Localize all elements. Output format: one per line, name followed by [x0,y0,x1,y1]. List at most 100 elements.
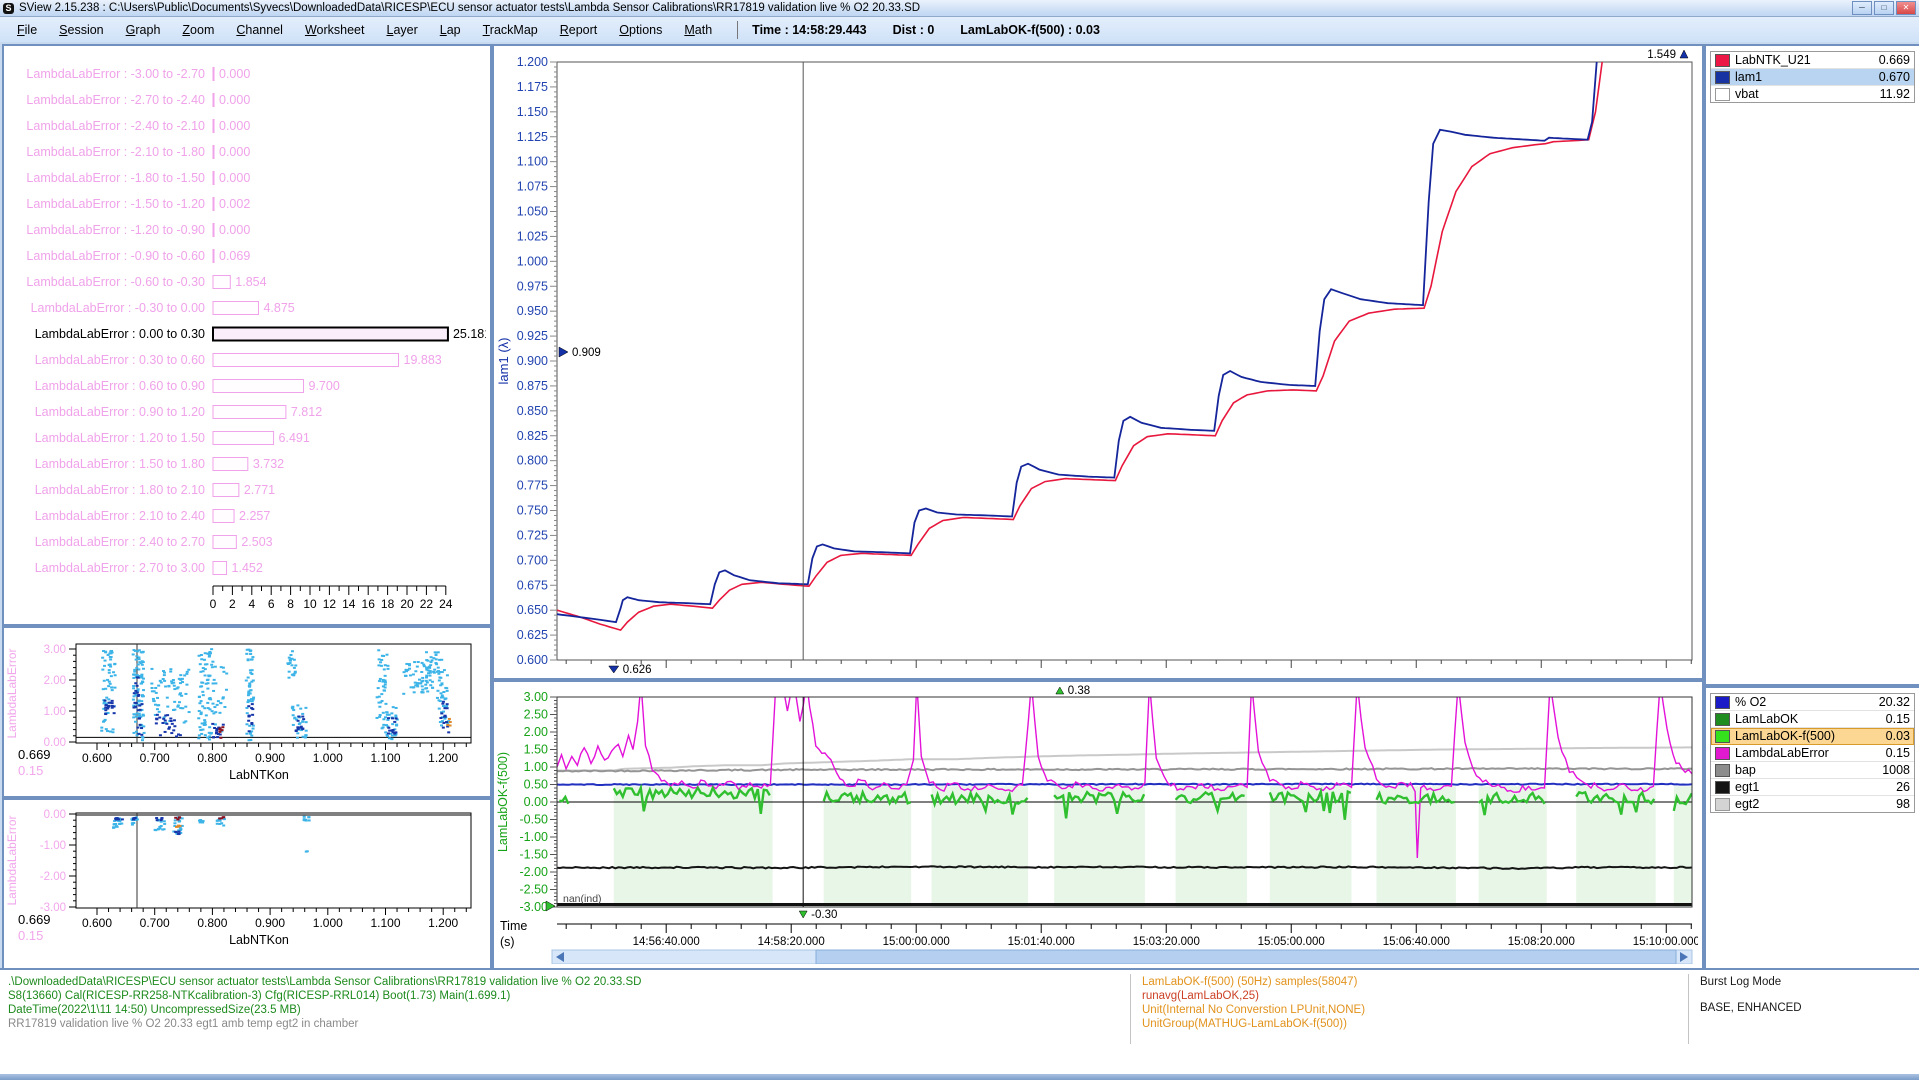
minimize-button[interactable]: ─ [1852,1,1872,15]
histogram-value: 7.812 [291,405,322,419]
histogram-value: 19.883 [404,353,442,367]
channel-color-swatch [1715,71,1730,84]
svg-text:1.150: 1.150 [517,105,548,119]
scatter-bottom-plot[interactable]: LambdaLabError0.00-1.00-2.00-3.000.6000.… [4,800,486,964]
svg-text:1.000: 1.000 [313,751,343,765]
menu-item-session[interactable]: Session [48,20,114,40]
svg-text:15:01:40.000: 15:01:40.000 [1008,936,1075,948]
svg-text:LambdaLabError : -0.30 to 0.00: LambdaLabError : -0.30 to 0.00 [31,301,205,315]
histogram-bar [213,172,214,185]
main-chart-panel[interactable]: 0.6000.6250.6500.6750.7000.7250.7500.775… [492,44,1704,680]
histogram-panel[interactable]: LambdaLabError : -3.00 to -2.700.000 Lamb… [2,44,492,626]
menu-item-report[interactable]: Report [549,20,609,40]
svg-text:2.00: 2.00 [524,725,548,739]
channel-row[interactable]: vbat11.92 [1711,86,1914,102]
histogram-value: 4.875 [263,301,294,315]
bottom-chart-panel[interactable]: -3.00-2.50-2.00-1.50-1.00-0.500.000.501.… [492,680,1704,970]
channel-row[interactable]: LamLabOK-f(500)0.03 [1711,728,1914,745]
histogram-row[interactable]: LambdaLabError : 1.80 to 2.102.771 [35,483,275,497]
channel-color-swatch [1715,54,1730,67]
histogram-row[interactable]: LambdaLabError : -1.80 to -1.500.000 [26,171,250,185]
histogram-row[interactable]: LambdaLabError : -2.10 to -1.800.000 [26,145,250,159]
svg-text:-3.00: -3.00 [520,900,549,914]
y-axis: 0.6000.6250.6500.6750.7000.7250.7500.775… [517,55,557,667]
svg-text:LambdaLabError : 1.20 to 1.50: LambdaLabError : 1.20 to 1.50 [35,431,205,445]
status-file-info: .\DownloadedData\RICESP\ECU sensor actua… [8,970,641,1031]
svg-text:0.38: 0.38 [1068,685,1090,697]
svg-text:0.800: 0.800 [517,454,548,468]
channel-value: 0.15 [1886,746,1910,760]
bottom-chart-plot[interactable]: -3.00-2.50-2.00-1.50-1.00-0.500.000.501.… [494,682,1698,964]
menu-item-channel[interactable]: Channel [225,20,294,40]
channel-row[interactable]: LamLabOK0.15 [1711,711,1914,728]
svg-text:3.00: 3.00 [44,644,66,656]
histogram-row[interactable]: LambdaLabError : 2.70 to 3.001.452 [35,561,263,575]
log-mode-value: BASE, ENHANCED [1700,1001,1802,1015]
menu-bar: FileSessionGraphZoomChannelWorksheetLaye… [0,17,1919,42]
scatter-top-plot[interactable]: LambdaLabError3.002.001.000.000.6000.700… [4,628,486,792]
histogram-row[interactable]: LambdaLabError : -1.20 to -0.900.000 [26,223,250,237]
plot-frame [557,62,1692,660]
scrollbar-thumb[interactable] [816,950,1676,964]
channel-color-swatch [1715,781,1730,794]
channel-row[interactable]: LabNTK_U210.669 [1711,52,1914,69]
histogram-bar [213,94,214,107]
histogram-row[interactable]: LambdaLabError : -2.70 to -2.400.000 [26,93,250,107]
channel-list-bottom: % O220.32LamLabOK0.15LamLabOK-f(500)0.03… [1710,693,1915,813]
channel-row[interactable]: bap1008 [1711,762,1914,779]
channel-row[interactable]: % O220.32 [1711,694,1914,711]
histogram-row[interactable]: LambdaLabError : 1.50 to 1.803.732 [35,457,284,471]
histogram-row[interactable]: LambdaLabError : -0.30 to 0.00 4.875 [31,301,295,315]
histogram-row[interactable]: LambdaLabError : 1.20 to 1.506.491 [35,431,310,445]
channel-row[interactable]: LambdaLabError0.15 [1711,745,1914,762]
menu-item-lap[interactable]: Lap [429,20,472,40]
window-controls: ─□✕ [1852,1,1919,15]
histogram-row[interactable]: LambdaLabError : -3.00 to -2.700.000 [26,67,250,81]
histogram-row[interactable]: LambdaLabError : -2.40 to -2.100.000 [26,119,250,133]
scatter-top-panel[interactable]: LambdaLabError3.002.001.000.000.6000.700… [2,626,492,798]
svg-text:1.549: 1.549 [1647,49,1676,61]
time-scrollbar[interactable] [552,950,1692,964]
time-axis: 14:56:40.00014:58:20.00015:00:00.00015:0… [557,924,1698,948]
histogram-value: 0.000 [219,223,250,237]
histogram-row[interactable]: LambdaLabError : 0.00 to 0.3025.181 [35,327,486,341]
menu-item-file[interactable]: File [6,20,48,40]
channel-name: lam1 [1735,70,1879,84]
histogram-plot[interactable]: LambdaLabError : -3.00 to -2.700.000 Lamb… [4,46,486,620]
status-line: DateTime(2022\1\11 14:50) UncompressedSi… [8,1003,641,1017]
channel-list-bottom-panel: % O220.32LamLabOK0.15LamLabOK-f(500)0.03… [1704,686,1919,970]
histogram-row[interactable]: LambdaLabError : -1.50 to -1.200.002 [26,197,250,211]
svg-text:15:03:20.000: 15:03:20.000 [1133,936,1200,948]
svg-text:0.875: 0.875 [517,379,548,393]
channel-value: 0.669 [1879,53,1910,67]
close-button[interactable]: ✕ [1896,1,1916,15]
status-line: .\DownloadedData\RICESP\ECU sensor actua… [8,975,641,989]
menu-item-layer[interactable]: Layer [375,20,428,40]
histogram-row[interactable]: LambdaLabError : 0.60 to 0.909.700 [35,379,340,393]
histogram-row[interactable]: LambdaLabError : 2.10 to 2.402.257 [35,509,271,523]
menu-item-trackmap[interactable]: TrackMap [472,20,549,40]
channel-row[interactable]: egt126 [1711,779,1914,796]
histogram-value: 0.000 [219,93,250,107]
main-chart-plot[interactable]: 0.6000.6250.6500.6750.7000.7250.7500.775… [494,46,1698,674]
svg-text:-1.50: -1.50 [520,848,549,862]
menu-item-math[interactable]: Math [673,20,723,40]
svg-text:4: 4 [248,597,255,611]
channel-row[interactable]: lam10.670 [1711,69,1914,86]
histogram-row[interactable]: LambdaLabError : 0.30 to 0.6019.883 [35,353,442,367]
status-bar: .\DownloadedData\RICESP\ECU sensor actua… [0,968,1919,1074]
histogram-row[interactable]: LambdaLabError : -0.60 to -0.301.854 [26,275,266,289]
histogram-value: 0.000 [219,119,250,133]
menu-item-worksheet[interactable]: Worksheet [294,20,376,40]
channel-row[interactable]: egt298 [1711,796,1914,812]
maximize-button[interactable]: □ [1874,1,1894,15]
scatter-bottom-panel[interactable]: LambdaLabError0.00-1.00-2.00-3.000.6000.… [2,798,492,970]
svg-text:LambdaLabError : 0.60 to 0.90: LambdaLabError : 0.60 to 0.90 [35,379,205,393]
svg-text:LambdaLabError : 2.70 to 3.00: LambdaLabError : 2.70 to 3.00 [35,561,205,575]
histogram-row[interactable]: LambdaLabError : 2.40 to 2.702.503 [35,535,273,549]
menu-item-graph[interactable]: Graph [115,20,172,40]
menu-item-zoom[interactable]: Zoom [171,20,225,40]
histogram-row[interactable]: LambdaLabError : -0.90 to -0.600.069 [26,249,250,263]
histogram-row[interactable]: LambdaLabError : 0.90 to 1.207.812 [35,405,322,419]
menu-item-options[interactable]: Options [608,20,673,40]
